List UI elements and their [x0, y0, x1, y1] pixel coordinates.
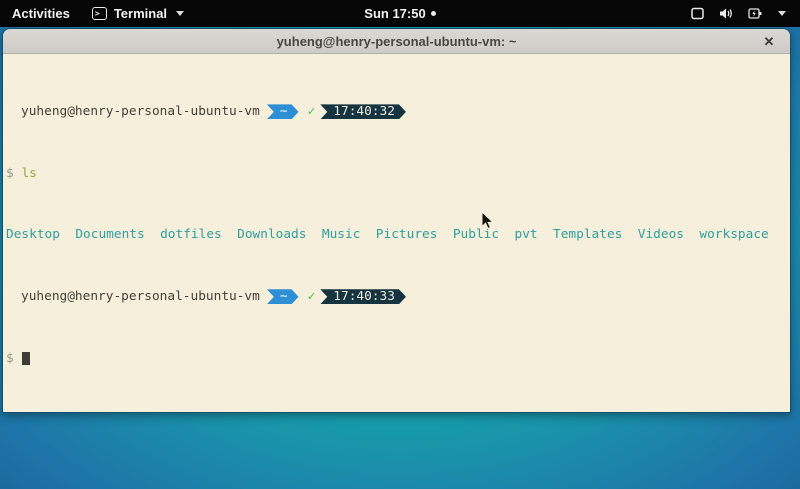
system-status-area[interactable]: [690, 0, 800, 27]
window-titlebar[interactable]: yuheng@henry-personal-ubuntu-vm: ~ ✕: [3, 29, 790, 54]
prompt-symbol: $: [6, 166, 14, 181]
volume-icon: [718, 6, 734, 21]
top-bar: Activities > Terminal Sun 17:50: [0, 0, 800, 27]
notification-dot-icon: [431, 11, 436, 16]
chevron-down-icon: [778, 11, 786, 16]
terminal-content[interactable]: yuheng@henry-personal-ubuntu-vm ~ ✓ 17:4…: [3, 54, 790, 412]
prompt-user-host: yuheng@henry-personal-ubuntu-vm: [21, 289, 260, 304]
app-menu-label: Terminal: [114, 6, 167, 21]
prompt-path-segment: ~: [267, 104, 299, 119]
prompt-symbol: $: [6, 351, 14, 366]
display-icon: [690, 6, 705, 21]
status-check-icon: ✓: [308, 289, 316, 304]
ls-output-line: Desktop Documents dotfiles Downloads Mus…: [6, 227, 790, 242]
prompt-user-host: yuheng@henry-personal-ubuntu-vm: [21, 104, 260, 119]
app-menu-terminal[interactable]: > Terminal: [82, 0, 194, 27]
terminal-icon: >: [92, 7, 107, 20]
prompt-time-badge: 17:40:33: [320, 289, 406, 304]
close-button[interactable]: ✕: [756, 29, 782, 54]
prompt-line: yuheng@henry-personal-ubuntu-vm ~ ✓ 17:4…: [6, 289, 790, 304]
status-check-icon: ✓: [308, 104, 316, 119]
clock-button[interactable]: Sun 17:50: [364, 6, 435, 21]
terminal-cursor: [22, 352, 30, 365]
prompt-line: yuheng@henry-personal-ubuntu-vm ~ ✓ 17:4…: [6, 104, 790, 119]
command-line: $: [6, 351, 790, 366]
prompt-time-badge: 17:40:32: [320, 104, 406, 119]
activities-label: Activities: [12, 6, 70, 21]
command-line: $ ls: [6, 166, 790, 181]
chevron-down-icon: [176, 11, 184, 16]
window-title: yuheng@henry-personal-ubuntu-vm: ~: [277, 34, 517, 49]
activities-button[interactable]: Activities: [0, 0, 82, 27]
typed-command: ls: [14, 166, 37, 181]
clock-label: Sun 17:50: [364, 6, 425, 21]
battery-charging-icon: [747, 6, 763, 21]
prompt-path-segment: ~: [267, 289, 299, 304]
terminal-window: yuheng@henry-personal-ubuntu-vm: ~ ✕ yuh…: [2, 28, 791, 413]
